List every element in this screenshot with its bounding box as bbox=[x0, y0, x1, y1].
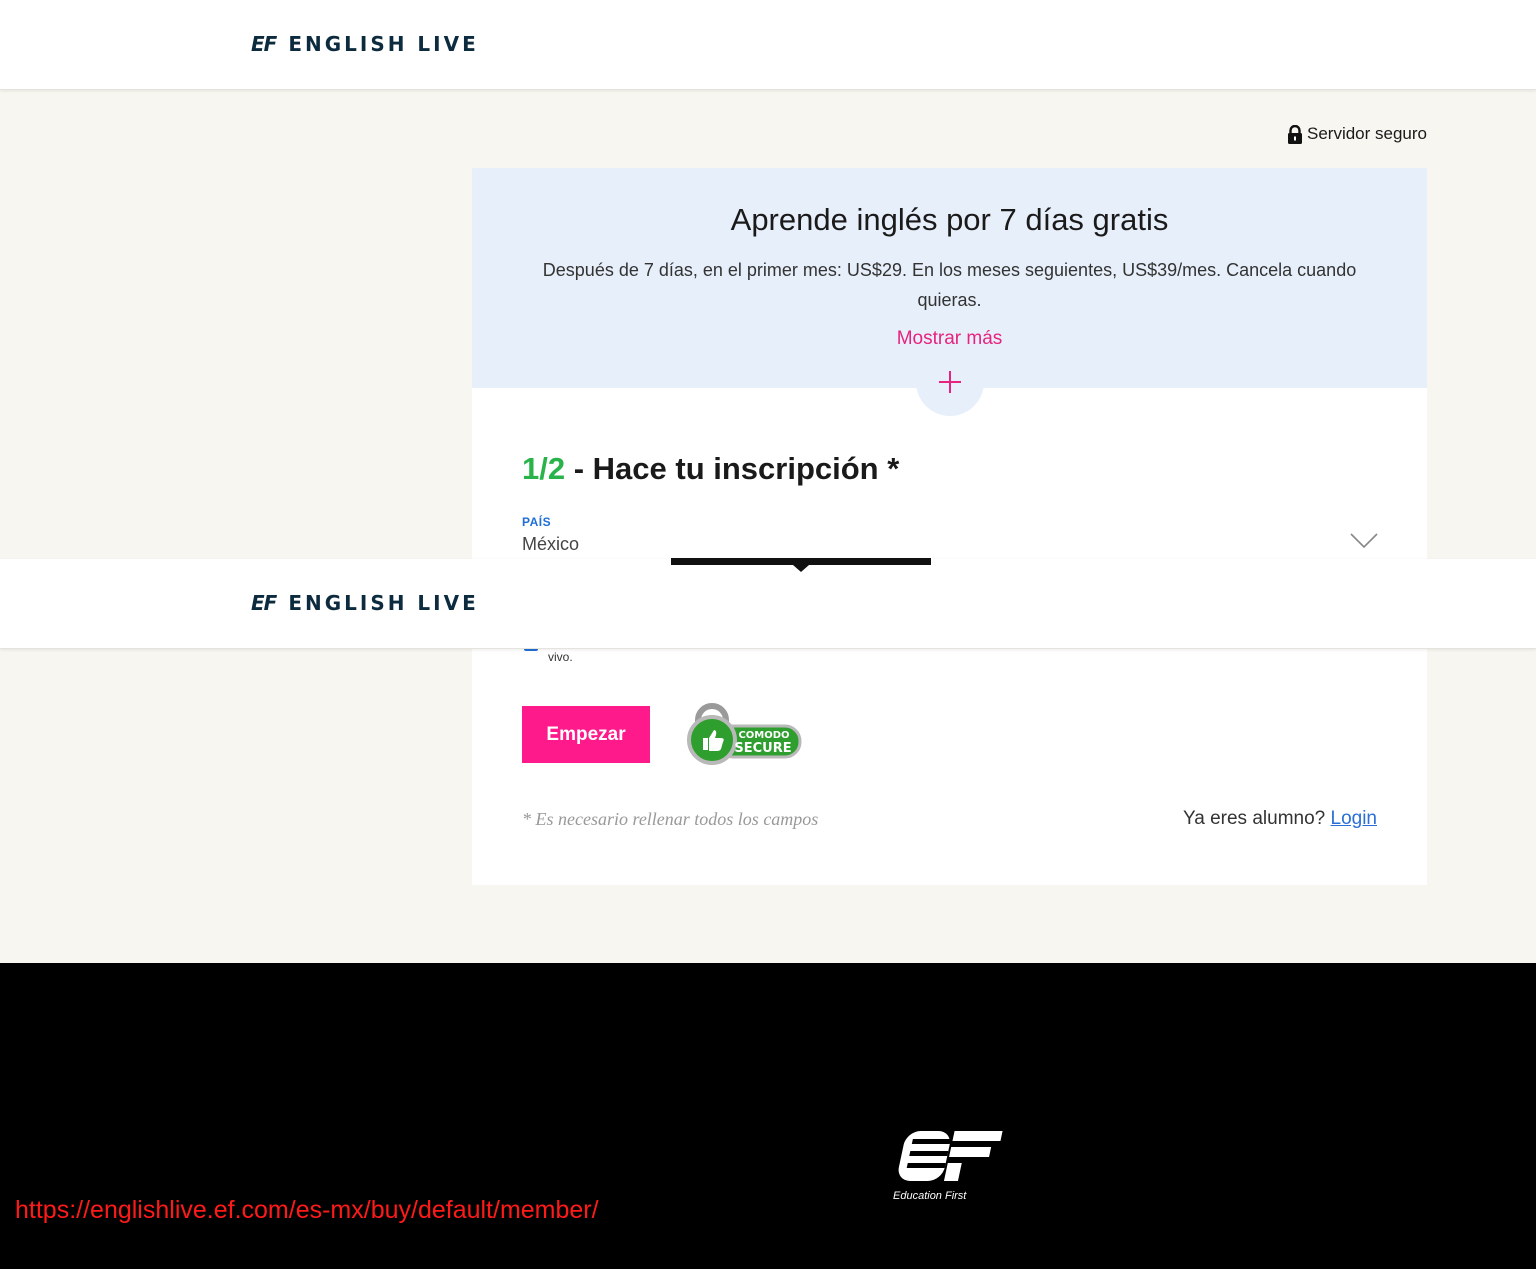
secure-server-label: Servidor seguro bbox=[1306, 124, 1427, 143]
expand-button[interactable] bbox=[916, 348, 984, 416]
promo-text: Después de 7 días, en el primer mes: US$… bbox=[542, 260, 1357, 310]
country-label: PAÍS bbox=[522, 515, 552, 529]
tooltip-bar bbox=[671, 558, 931, 565]
tooltip-arrow bbox=[793, 565, 809, 572]
badge-top-text: COMODO bbox=[738, 730, 789, 741]
existing-student-line: Ya eres alumno? Login bbox=[1183, 808, 1377, 830]
student-question: Ya eres alumno? bbox=[1182, 808, 1331, 829]
country-select[interactable]: México bbox=[522, 534, 579, 555]
consent-text: vivo. bbox=[548, 650, 573, 664]
plus-icon bbox=[939, 371, 961, 393]
footer-logo-sub: Education First bbox=[893, 1190, 967, 1202]
english-live-logo-sticky[interactable]: EF ENGLISH LIVE bbox=[251, 591, 479, 615]
sticky-header: EF ENGLISH LIVE bbox=[0, 559, 1536, 649]
logo-mark: EF bbox=[251, 32, 277, 56]
signup-card: Aprende inglés por 7 días gratis Después… bbox=[472, 168, 1427, 885]
site-header: EF ENGLISH LIVE bbox=[0, 0, 1536, 90]
logo-mark: EF bbox=[251, 591, 277, 615]
logo-name: ENGLISH LIVE bbox=[288, 591, 479, 615]
step-title: 1/2 - Hace tu inscripción * bbox=[522, 451, 899, 487]
required-fields-note: * Es necesario rellenar todos los campos bbox=[522, 809, 819, 829]
site-footer: Education First https://englishlive.ef.c… bbox=[0, 963, 1536, 1269]
badge-bottom-text: SECURE bbox=[734, 741, 791, 756]
chevron-down-icon[interactable] bbox=[1350, 533, 1378, 549]
lock-icon bbox=[1287, 124, 1302, 144]
start-button[interactable]: Empezar bbox=[522, 706, 650, 763]
comodo-secure-badge: COMODO SECURE bbox=[687, 703, 802, 765]
show-more-link[interactable]: Mostrar más bbox=[472, 328, 1427, 350]
secure-server-indicator: Servidor seguro bbox=[1287, 124, 1427, 144]
promo-title: Aprende inglés por 7 días gratis bbox=[730, 202, 1169, 237]
step-number: 1/2 bbox=[522, 451, 566, 486]
english-live-logo[interactable]: EF ENGLISH LIVE bbox=[251, 32, 479, 56]
step-title-text: - Hace tu inscripción * bbox=[565, 451, 900, 486]
logo-name: ENGLISH LIVE bbox=[288, 32, 479, 56]
login-link[interactable]: Login bbox=[1331, 808, 1378, 829]
ef-education-first-logo[interactable]: Education First bbox=[893, 1129, 1008, 1203]
page-url: https://englishlive.ef.com/es-mx/buy/def… bbox=[15, 1196, 599, 1224]
